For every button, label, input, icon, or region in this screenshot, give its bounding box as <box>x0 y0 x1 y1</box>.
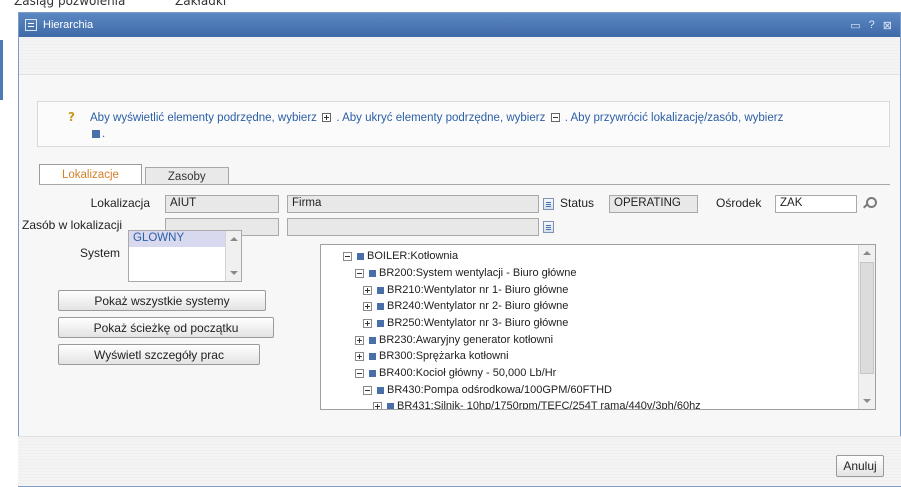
dialog-footer <box>18 436 901 486</box>
expand-icon[interactable] <box>363 318 372 328</box>
tree-node-label[interactable]: BR430:Pompa odśrodkowa/100GPM/60FTHD <box>387 384 612 396</box>
cancel-button[interactable]: Anuluj <box>836 455 884 477</box>
system-listbox[interactable]: GLOWNY <box>128 230 242 282</box>
node-square-icon[interactable] <box>377 319 384 327</box>
tree-node[interactable]: BR250:Wentylator nr 3- Biuro główne <box>363 315 568 331</box>
collapse-icon[interactable] <box>343 251 352 261</box>
lokalizacja-label: Lokalizacja <box>90 196 150 210</box>
scroll-thumb[interactable] <box>860 262 874 374</box>
tree-node[interactable]: BR431:Silnik- 10hp/1750rpm/TEFC/254T ram… <box>373 398 701 409</box>
node-square-icon[interactable] <box>369 352 376 360</box>
background-text: Zakładki <box>175 0 227 8</box>
tab-bar: Lokalizacje Zasoby <box>39 163 232 185</box>
show-path-button[interactable]: Pokaż ścieżkę od początku <box>58 317 274 338</box>
show-all-systems-button[interactable]: Pokaż wszystkie systemy <box>58 290 266 311</box>
background-page: Zasiąg pozwolenia Zakładki <box>0 0 901 12</box>
tree-node[interactable]: BR240:Wentylator nr 2- Biuro główne <box>363 298 568 314</box>
tree-scrollbar[interactable] <box>858 245 875 409</box>
background-text: Zasiąg pozwolenia <box>14 0 126 8</box>
node-square-icon[interactable] <box>377 386 384 394</box>
status-field[interactable]: OPERATING <box>609 195 698 213</box>
node-square-icon[interactable] <box>377 302 384 310</box>
expand-icon[interactable] <box>373 401 382 409</box>
tree-node[interactable]: BOILER:Kotłownia <box>343 248 458 264</box>
status-label: Status <box>560 196 595 210</box>
system-scrollbar[interactable] <box>225 231 241 281</box>
scroll-up-icon[interactable] <box>863 251 871 255</box>
background-edge <box>0 40 3 100</box>
tree-node[interactable]: BR430:Pompa odśrodkowa/100GPM/60FTHD <box>363 382 612 398</box>
tree-node-label[interactable]: BR210:Wentylator nr 1- Biuro główne <box>387 284 568 296</box>
tree-node-label[interactable]: BR400:Kocioł główny - 50,000 Lb/Hr <box>379 367 556 379</box>
tree-node-label[interactable]: BR300:Sprężarka kotłowni <box>379 350 509 362</box>
close-icon[interactable]: ⊠ <box>883 19 892 32</box>
hierarchy-tree[interactable]: BOILER:Kotłownia BR200:System wentylacji … <box>320 244 876 410</box>
search-icon[interactable] <box>862 196 877 210</box>
tree-node-label[interactable]: BR240:Wentylator nr 2- Biuro główne <box>387 300 568 312</box>
show-work-details-button[interactable]: Wyświetl szczegóły prac <box>58 344 260 365</box>
tree-node[interactable]: BR300:Sprężarka kotłowni <box>355 348 509 364</box>
node-square-icon[interactable] <box>357 252 364 260</box>
restore-icon[interactable]: ▭ <box>850 19 860 32</box>
collapse-icon <box>550 113 560 123</box>
tree-node[interactable]: BR230:Awaryjny generator kotłowni <box>355 332 553 348</box>
scroll-down-icon[interactable] <box>863 399 871 403</box>
tree-node-label[interactable]: BR200:System wentylacji - Biuro główne <box>379 267 576 279</box>
long-description-icon[interactable] <box>543 221 554 233</box>
dialog-titlebar[interactable]: Hierarchia ▭ ? ⊠ <box>19 13 900 37</box>
info-text-part: . Aby przywrócić lokalizację/zasób, wybi… <box>564 112 784 124</box>
scroll-down-icon[interactable] <box>230 271 238 275</box>
expand-icon[interactable] <box>363 285 372 295</box>
restore-square-icon <box>92 129 100 138</box>
expand-icon[interactable] <box>363 301 372 311</box>
tree-node-label[interactable]: BR250:Wentylator nr 3- Biuro główne <box>387 317 568 329</box>
node-square-icon[interactable] <box>369 269 376 277</box>
zasob-description-field[interactable] <box>287 218 539 236</box>
collapse-icon[interactable] <box>363 385 372 395</box>
tree-node-label[interactable]: BR431:Silnik- 10hp/1750rpm/TEFC/254T ram… <box>397 400 701 409</box>
dialog-title: Hierarchia <box>43 19 94 31</box>
lokalizacja-field[interactable]: AIUT <box>165 195 279 213</box>
osrodek-field[interactable]: ZAK <box>775 195 857 213</box>
tree-content: BOILER:Kotłownia BR200:System wentylacji … <box>321 245 859 409</box>
dialog-icon <box>25 19 37 31</box>
long-description-icon[interactable] <box>543 198 554 210</box>
node-square-icon[interactable] <box>369 369 376 377</box>
node-square-icon[interactable] <box>369 336 376 344</box>
info-text-part: Aby wyświetlić elementy podrzędne, wybie… <box>90 112 317 124</box>
dialog-toolbar-band <box>19 37 900 75</box>
lokalizacja-description-field[interactable]: Firma <box>287 195 539 213</box>
tree-node[interactable]: BR210:Wentylator nr 1- Biuro główne <box>363 282 568 298</box>
collapse-icon[interactable] <box>355 368 364 378</box>
tree-node[interactable]: BR400:Kocioł główny - 50,000 Lb/Hr <box>355 365 556 381</box>
info-text-part: . <box>102 128 106 140</box>
node-square-icon[interactable] <box>377 286 384 294</box>
info-text: Aby wyświetlić elementy podrzędne, wybie… <box>90 110 880 142</box>
info-text-part: . Aby ukryć elementy podrzędne, wybierz <box>336 112 546 124</box>
tab-zasoby[interactable]: Zasoby <box>144 167 229 185</box>
tree-node[interactable]: BR200:System wentylacji - Biuro główne <box>355 265 576 281</box>
expand-icon[interactable] <box>355 335 364 345</box>
expand-icon[interactable] <box>355 351 364 361</box>
collapse-icon[interactable] <box>355 268 364 278</box>
tab-divider <box>39 184 890 185</box>
tree-node-label[interactable]: BR230:Awaryjny generator kotłowni <box>379 334 553 346</box>
tree-node-label[interactable]: BOILER:Kotłownia <box>367 250 458 262</box>
info-box: ? Aby wyświetlić elementy podrzędne, wyb… <box>37 101 890 147</box>
help-icon[interactable]: ? <box>869 19 875 32</box>
system-label: System <box>79 246 120 260</box>
hint-icon: ? <box>68 110 75 124</box>
expand-icon <box>322 113 332 123</box>
osrodek-label: Ośrodek <box>716 196 762 210</box>
tab-lokalizacje[interactable]: Lokalizacje <box>39 164 142 185</box>
node-square-icon[interactable] <box>387 402 394 409</box>
scroll-up-icon[interactable] <box>230 237 238 241</box>
system-option-selected[interactable]: GLOWNY <box>129 231 225 247</box>
